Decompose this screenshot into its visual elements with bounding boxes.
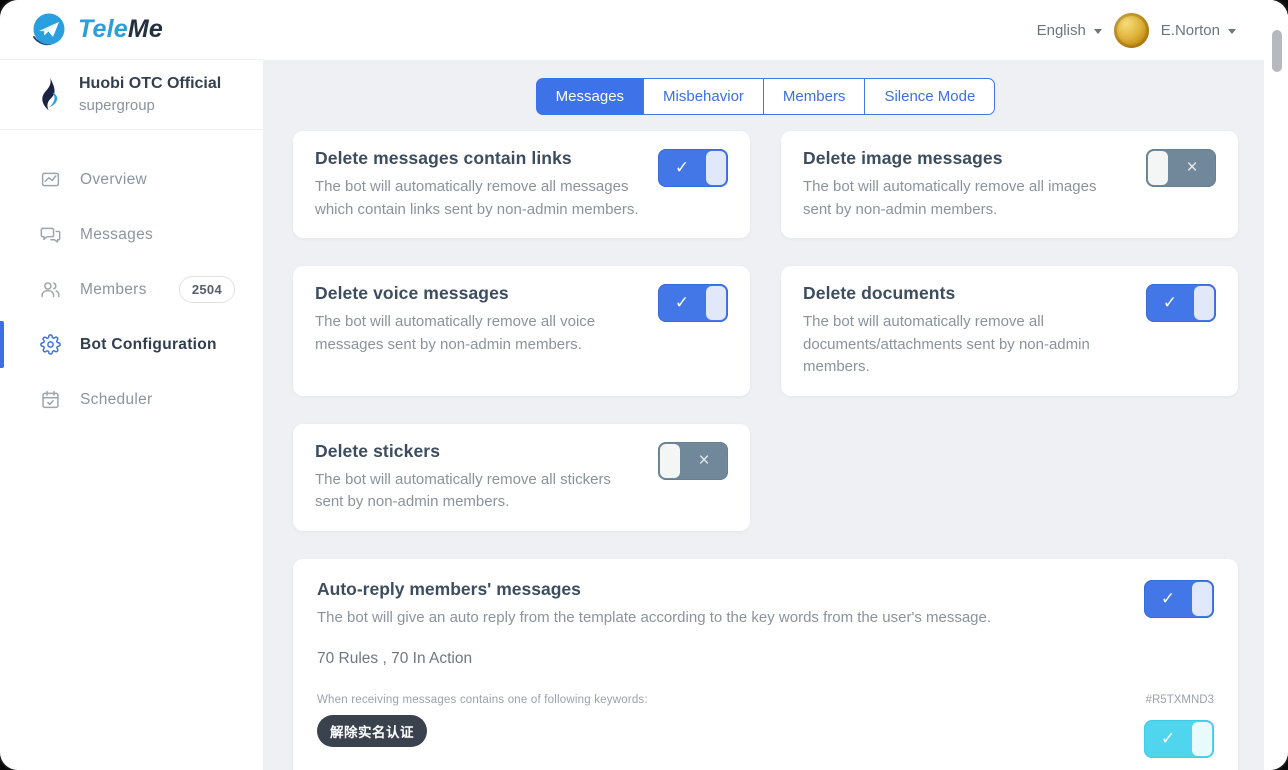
teleme-logo-icon [30,11,68,49]
card-title: Delete voice messages [315,283,640,304]
tab-members[interactable]: Members [763,78,866,115]
sidebar-item-scheduler[interactable]: Scheduler [0,372,263,427]
check-icon: ✓ [1144,720,1192,758]
scrollbar-thumb[interactable] [1272,30,1282,72]
toggle-knob [1148,151,1168,185]
check-icon: ✓ [1146,284,1194,322]
huobi-group-logo-icon [36,78,62,112]
app-window: TeleMe Huobi OTC Official supergroup Ove… [0,0,1288,770]
chevron-down-icon [1094,29,1102,34]
language-selector[interactable]: English [1037,22,1102,39]
cross-icon: × [680,442,728,480]
scrollbar-track [1264,0,1288,770]
sidebar-nav: Overview Messages Members 2504 [0,130,263,427]
card-delete-voice: Delete voice messages The bot will autom… [293,266,750,396]
auto-reply-stats: 70 Rules , 70 In Action [317,650,1214,668]
card-description: The bot will automatically remove all vo… [315,311,640,356]
tab-misbehavior[interactable]: Misbehavior [643,78,764,115]
sidebar-item-members[interactable]: Members 2504 [0,262,263,317]
sidebar-item-messages[interactable]: Messages [0,207,263,262]
user-avatar[interactable] [1114,13,1149,48]
toggle-delete-documents[interactable]: ✓ [1146,284,1216,322]
members-count-badge: 2504 [179,276,235,303]
user-menu[interactable]: E.Norton [1161,22,1236,39]
card-delete-documents: Delete documents The bot will automatica… [781,266,1238,396]
toggle-auto-reply[interactable]: ✓ [1144,580,1214,618]
tab-messages[interactable]: Messages [536,78,644,115]
chat-icon [40,224,61,245]
calendar-icon [40,389,61,410]
content: Messages Misbehavior Members Silence Mod… [263,60,1288,770]
user-name: E.Norton [1161,22,1220,39]
toggle-delete-links[interactable]: ✓ [658,149,728,187]
keyword-chip: 解除实名认证 [317,715,427,747]
topbar: English E.Norton [263,0,1288,60]
toggle-knob [1192,722,1212,756]
card-description: The bot will automatically remove all me… [315,176,640,221]
tab-silence-mode[interactable]: Silence Mode [864,78,995,115]
sidebar-item-label: Bot Configuration [80,336,217,354]
card-title: Delete stickers [315,441,640,462]
check-icon: ✓ [658,149,706,187]
card-description: The bot will automatically remove all do… [803,311,1128,379]
brand-name: TeleMe [78,15,163,44]
toggle-knob [706,151,726,185]
toggle-knob [1194,286,1214,320]
rule-id: #R5TXMND3 [1146,694,1214,706]
language-label: English [1037,22,1086,39]
card-delete-stickers: Delete stickers The bot will automatical… [293,424,750,531]
cross-icon: × [1168,149,1216,187]
sidebar-item-overview[interactable]: Overview [0,152,263,207]
toggle-delete-images[interactable]: × [1146,149,1216,187]
toggle-delete-stickers[interactable]: × [658,442,728,480]
sidebar-item-label: Overview [80,171,147,189]
toggle-knob [1192,582,1212,616]
card-delete-images: Delete image messages The bot will autom… [781,131,1238,238]
chart-icon [40,169,61,190]
group-name: Huobi OTC Official [79,75,221,93]
toggle-rule-active[interactable]: ✓ [1144,720,1214,758]
gear-icon [40,334,61,355]
card-description: The bot will automatically remove all st… [315,469,640,514]
card-auto-reply: Auto-reply members' messages The bot wil… [293,559,1238,770]
brand-logo: TeleMe [0,0,263,60]
keywords-label: When receiving messages contains one of … [317,694,1102,706]
group-info[interactable]: Huobi OTC Official supergroup [0,60,263,130]
auto-reply-title: Auto-reply members' messages [317,579,1126,600]
tab-group: Messages Misbehavior Members Silence Mod… [293,78,1238,115]
sidebar-item-label: Scheduler [80,391,153,409]
sidebar: TeleMe Huobi OTC Official supergroup Ove… [0,0,263,770]
auto-reply-description: The bot will give an auto reply from the… [317,609,1126,626]
toggle-knob [706,286,726,320]
chevron-down-icon [1228,29,1236,34]
card-title: Delete documents [803,283,1128,304]
check-icon: ✓ [658,284,706,322]
sidebar-item-label: Messages [80,226,153,244]
auto-reply-rule: When receiving messages contains one of … [317,694,1214,770]
card-description: The bot will automatically remove all im… [803,176,1128,221]
group-type: supergroup [79,97,221,114]
main-area: English E.Norton Messages Misbehavior Me… [263,0,1288,770]
card-title: Delete image messages [803,148,1128,169]
toggle-knob [660,444,680,478]
sidebar-item-bot-configuration[interactable]: Bot Configuration [0,317,263,372]
sidebar-item-label: Members [80,281,147,299]
check-icon: ✓ [1144,580,1192,618]
people-icon [40,279,61,300]
toggle-delete-voice[interactable]: ✓ [658,284,728,322]
settings-grid: Delete messages contain links The bot wi… [293,131,1238,531]
card-title: Delete messages contain links [315,148,640,169]
card-delete-links: Delete messages contain links The bot wi… [293,131,750,238]
